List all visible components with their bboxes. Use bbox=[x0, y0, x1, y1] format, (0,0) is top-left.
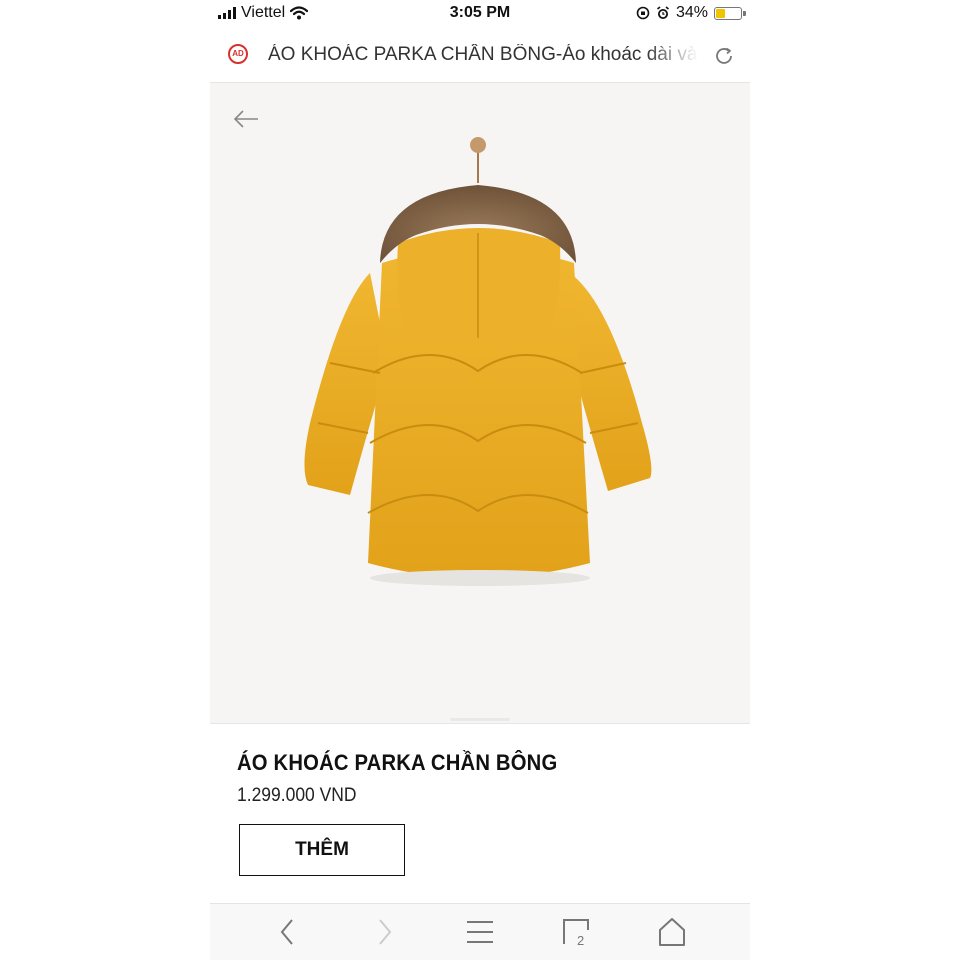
back-arrow-icon[interactable] bbox=[232, 107, 260, 131]
product-image-area[interactable] bbox=[210, 83, 750, 723]
orientation-lock-icon bbox=[636, 6, 650, 20]
product-price: 1.299.000 VND bbox=[237, 785, 357, 806]
jacket-image bbox=[304, 137, 652, 586]
divider bbox=[210, 723, 750, 724]
forward-icon[interactable] bbox=[368, 916, 400, 948]
home-icon[interactable] bbox=[656, 916, 688, 948]
product-title: ÁO KHOÁC PARKA CHẦN BÔNG bbox=[237, 750, 558, 775]
back-icon[interactable] bbox=[272, 916, 304, 948]
reload-icon[interactable] bbox=[712, 44, 736, 68]
address-bar[interactable]: AD ÁO KHOÁC PARKA CHẦN BÔNG-Áo khoác dài… bbox=[210, 30, 750, 83]
tab-count: 2 bbox=[577, 933, 584, 948]
browser-toolbar: 2 bbox=[210, 903, 750, 960]
status-bar: Viettel 3:05 PM 34% bbox=[210, 0, 750, 28]
status-right: 34% bbox=[636, 4, 746, 22]
carousel-indicator bbox=[450, 718, 510, 721]
tabs-icon[interactable]: 2 bbox=[560, 916, 592, 948]
alarm-icon bbox=[656, 6, 669, 19]
battery-percent: 34% bbox=[675, 4, 708, 21]
menu-icon[interactable] bbox=[464, 916, 496, 948]
page-title[interactable]: ÁO KHOÁC PARKA CHẦN BÔNG-Áo khoác dài và bbox=[268, 44, 698, 66]
add-to-cart-button[interactable]: THÊM bbox=[239, 824, 405, 876]
ad-block-icon[interactable]: AD bbox=[228, 44, 248, 64]
battery-icon bbox=[714, 6, 746, 20]
phone-screen: Viettel 3:05 PM 34% AD ÁO KHOÁC PARKA CH… bbox=[210, 0, 750, 960]
